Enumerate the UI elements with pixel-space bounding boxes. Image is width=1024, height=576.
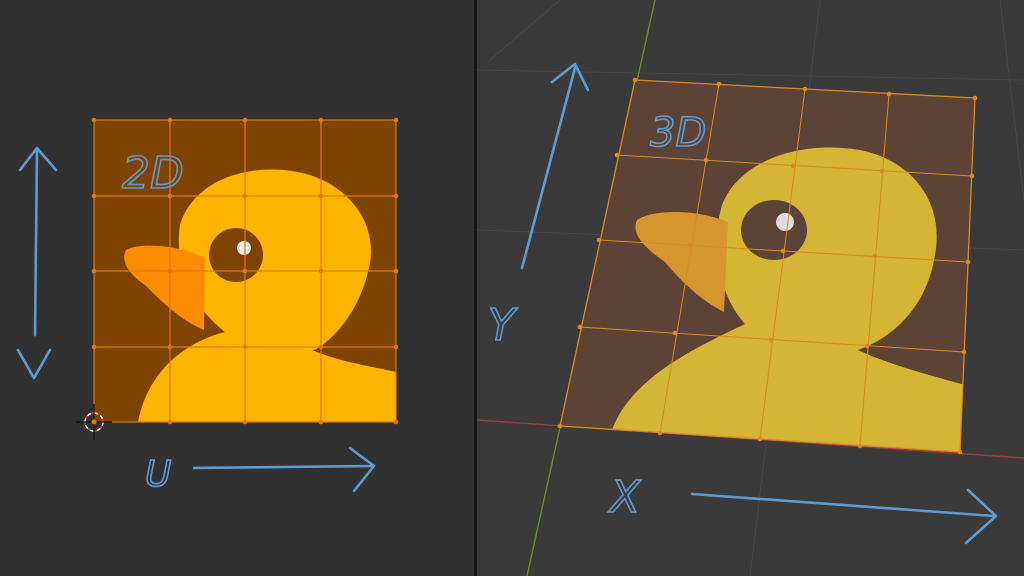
screenshot: 2D U 3D Y X [0,0,1024,576]
3d-viewport-canvas[interactable]: 3D Y X [477,0,1024,576]
x-axis-label: X [608,472,641,523]
duck-eye-highlight-3d [776,213,794,231]
duck-eye-outer [209,228,263,282]
duck-eye-highlight [237,241,251,255]
vertical-double-arrow-icon [16,146,58,380]
3d-viewport-panel[interactable]: 3D Y X [477,0,1024,576]
u-axis-label: U [145,454,171,495]
x-axis-arrow-icon [690,488,998,545]
uv-mesh-label: 2D [122,148,184,199]
uv-editor-canvas[interactable]: 2D U [0,0,474,576]
duck-eye-outer-3d [741,200,807,260]
3d-mesh-label: 3D [650,110,706,156]
y-axis-label: Y [488,300,518,351]
uv-editor-panel[interactable]: 2D U [0,0,474,576]
y-axis-arrow-icon [520,62,590,270]
u-axis-arrow-icon [192,446,376,493]
